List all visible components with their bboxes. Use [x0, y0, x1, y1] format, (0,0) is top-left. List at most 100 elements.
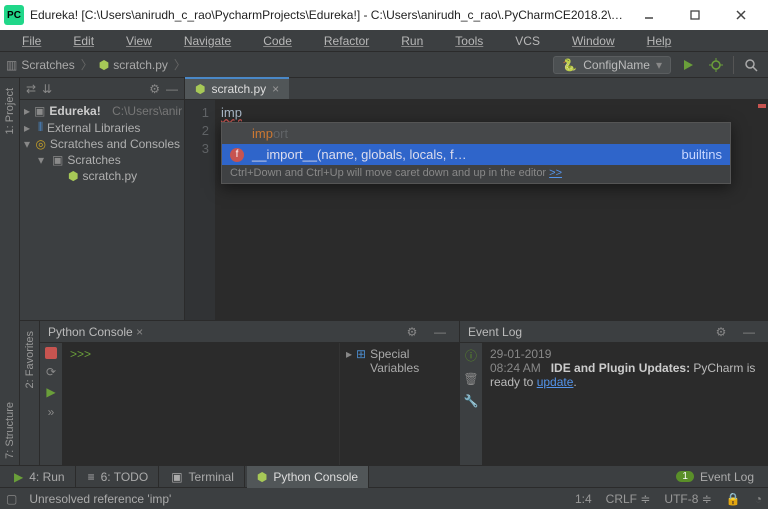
- pycharm-logo: PC: [4, 5, 24, 25]
- scratch-root-icon: ◎: [35, 137, 45, 151]
- navigation-bar: ▥ Scratches 〉 ⬢ scratch.py 〉 🐍 ConfigNam…: [0, 52, 768, 78]
- project-root-name[interactable]: Edureka!: [49, 104, 100, 118]
- editor-tab-label: scratch.py: [211, 82, 266, 96]
- menu-refactor[interactable]: Refactor: [308, 32, 385, 50]
- bottom-panes: 2: Favorites Python Console × ⚙ — ⟳ ▶ »: [20, 320, 768, 465]
- menu-edit[interactable]: Edit: [57, 32, 110, 50]
- structure-tool-tab[interactable]: 7: Structure: [4, 396, 16, 465]
- menu-bar: File Edit View Navigate Code Refactor Ru…: [0, 30, 768, 52]
- console-output[interactable]: >>>: [62, 343, 339, 465]
- debug-button[interactable]: [705, 54, 727, 76]
- code-area[interactable]: imp import f __import__(name, globals, l…: [215, 100, 768, 320]
- menu-help[interactable]: Help: [631, 32, 688, 50]
- event-date: 29-01-2019: [490, 347, 551, 361]
- chevron-right-icon: 〉: [172, 56, 188, 73]
- completion-popup[interactable]: import f __import__(name, globals, local…: [221, 122, 731, 184]
- project-tree[interactable]: ▸▣Edureka! C:\Users\anir ▸⫴External Libr…: [20, 100, 184, 320]
- hide-tool-button[interactable]: —: [738, 321, 760, 343]
- menu-vcs[interactable]: VCS: [499, 32, 556, 50]
- crumb-scratches[interactable]: Scratches: [21, 58, 74, 72]
- inspections-icon[interactable]: ◔: [755, 492, 762, 506]
- editor-tabs: ⬢ scratch.py ×: [185, 78, 768, 100]
- status-text: Unresolved reference 'imp': [29, 492, 171, 506]
- info-icon[interactable]: ⓘ: [465, 347, 477, 364]
- stop-button[interactable]: [45, 347, 57, 359]
- breadcrumb[interactable]: ▥ Scratches 〉 ⬢ scratch.py 〉: [6, 56, 188, 73]
- tree-toolbar: ⇄ ⇊ ⚙ —: [20, 78, 184, 100]
- hide-tool-button[interactable]: —: [429, 321, 451, 343]
- scroll-from-source-icon[interactable]: ⇄: [26, 82, 36, 96]
- completion-hint-link[interactable]: >>: [549, 167, 562, 179]
- menu-run[interactable]: Run: [385, 32, 439, 50]
- file-encoding[interactable]: UTF-8 ≑: [664, 492, 711, 506]
- execute-icon[interactable]: ▶: [46, 385, 55, 399]
- menu-view[interactable]: View: [110, 32, 168, 50]
- tool-run[interactable]: ▶4: Run: [4, 466, 76, 488]
- window-title: Edureka! [C:\Users\anirudh_c_rao\Pycharm…: [30, 8, 626, 22]
- tool-python-console[interactable]: ⬢Python Console: [247, 466, 369, 488]
- maximize-button[interactable]: [672, 0, 718, 30]
- rerun-icon[interactable]: ⟳: [46, 365, 56, 379]
- folder-icon: ▣: [52, 153, 63, 167]
- collapse-icon[interactable]: ▾: [38, 153, 48, 167]
- run-config-label: ConfigName: [583, 58, 650, 72]
- tool-windows-button[interactable]: ▢: [6, 492, 17, 506]
- hide-tool-button[interactable]: —: [166, 82, 178, 96]
- status-message[interactable]: ▢ Unresolved reference 'imp': [6, 492, 565, 506]
- gutter[interactable]: 1 2 3: [185, 100, 215, 320]
- collapse-icon[interactable]: ▾: [24, 137, 31, 151]
- python-file-icon: ⬢: [195, 82, 205, 96]
- editor-upper: ⇄ ⇊ ⚙ — ▸▣Edureka! C:\Users\anir ▸⫴Exter…: [20, 78, 768, 320]
- run-config-selector[interactable]: 🐍 ConfigName ▾: [553, 56, 671, 74]
- minimize-button[interactable]: [626, 0, 672, 30]
- caret-position[interactable]: 1:4: [575, 492, 592, 506]
- tool-event-log[interactable]: 1 Event Log: [666, 470, 764, 484]
- expand-icon[interactable]: ▸: [24, 121, 34, 135]
- completion-item-import[interactable]: import: [222, 123, 730, 144]
- menu-navigate[interactable]: Navigate: [168, 32, 247, 50]
- menu-code[interactable]: Code: [247, 32, 308, 50]
- expand-icon[interactable]: ▸: [346, 347, 352, 361]
- close-button[interactable]: [718, 0, 764, 30]
- tree-file-scratch[interactable]: scratch.py: [82, 169, 137, 183]
- collapse-all-icon[interactable]: ⇊: [42, 82, 52, 96]
- tool-todo[interactable]: ≡6: TODO: [78, 466, 160, 488]
- line-separator[interactable]: CRLF ≑: [606, 492, 651, 506]
- project-root-path: C:\Users\anir: [112, 104, 182, 118]
- expand-icon[interactable]: ▸: [24, 104, 30, 118]
- project-icon: ▣: [34, 104, 45, 118]
- line-number: 2: [185, 122, 209, 140]
- menu-window[interactable]: Window: [556, 32, 631, 50]
- completion-item-dunder-import[interactable]: f __import__(name, globals, locals, f… b…: [222, 144, 730, 165]
- variables-pane[interactable]: ▸ ⊞ Special Variables: [339, 343, 459, 465]
- separator: [733, 56, 734, 74]
- tool-terminal[interactable]: ▣Terminal: [161, 466, 245, 488]
- run-button[interactable]: [677, 54, 699, 76]
- wrench-icon[interactable]: 🔧: [464, 394, 479, 408]
- gear-icon[interactable]: ⚙: [401, 321, 423, 343]
- function-icon: f: [230, 148, 244, 162]
- more-icon[interactable]: »: [48, 405, 55, 419]
- trash-icon[interactable]: 🗑: [463, 372, 478, 386]
- scratches-folder[interactable]: Scratches: [67, 153, 120, 167]
- editor-tab-scratch[interactable]: ⬢ scratch.py ×: [185, 77, 289, 99]
- error-stripe-mark[interactable]: [758, 104, 766, 108]
- gear-icon[interactable]: ⚙: [149, 82, 160, 96]
- editor: ⬢ scratch.py × 1 2 3 imp: [185, 78, 768, 320]
- scratches-and-consoles[interactable]: Scratches and Consoles: [50, 137, 180, 151]
- event-update-link[interactable]: update: [537, 375, 574, 389]
- gear-icon[interactable]: ⚙: [710, 321, 732, 343]
- menu-tools[interactable]: Tools: [439, 32, 499, 50]
- keyword-icon: [230, 127, 244, 141]
- crumb-file[interactable]: scratch.py: [113, 58, 168, 72]
- search-everywhere-button[interactable]: [740, 54, 762, 76]
- project-tool-tab[interactable]: 1: Project: [4, 82, 16, 140]
- menu-file[interactable]: File: [6, 32, 57, 50]
- close-tab-icon[interactable]: ×: [272, 82, 279, 96]
- folder-icon: ▥: [6, 58, 17, 72]
- external-libraries[interactable]: External Libraries: [47, 121, 140, 135]
- lock-icon[interactable]: 🔒: [726, 492, 741, 506]
- eventlog-content[interactable]: 29-01-2019 08:24 AM IDE and Plugin Updat…: [482, 343, 768, 465]
- favorites-tool-tab[interactable]: 2: Favorites: [24, 325, 36, 394]
- left-tool-strip-lower: 2: Favorites: [20, 321, 40, 465]
